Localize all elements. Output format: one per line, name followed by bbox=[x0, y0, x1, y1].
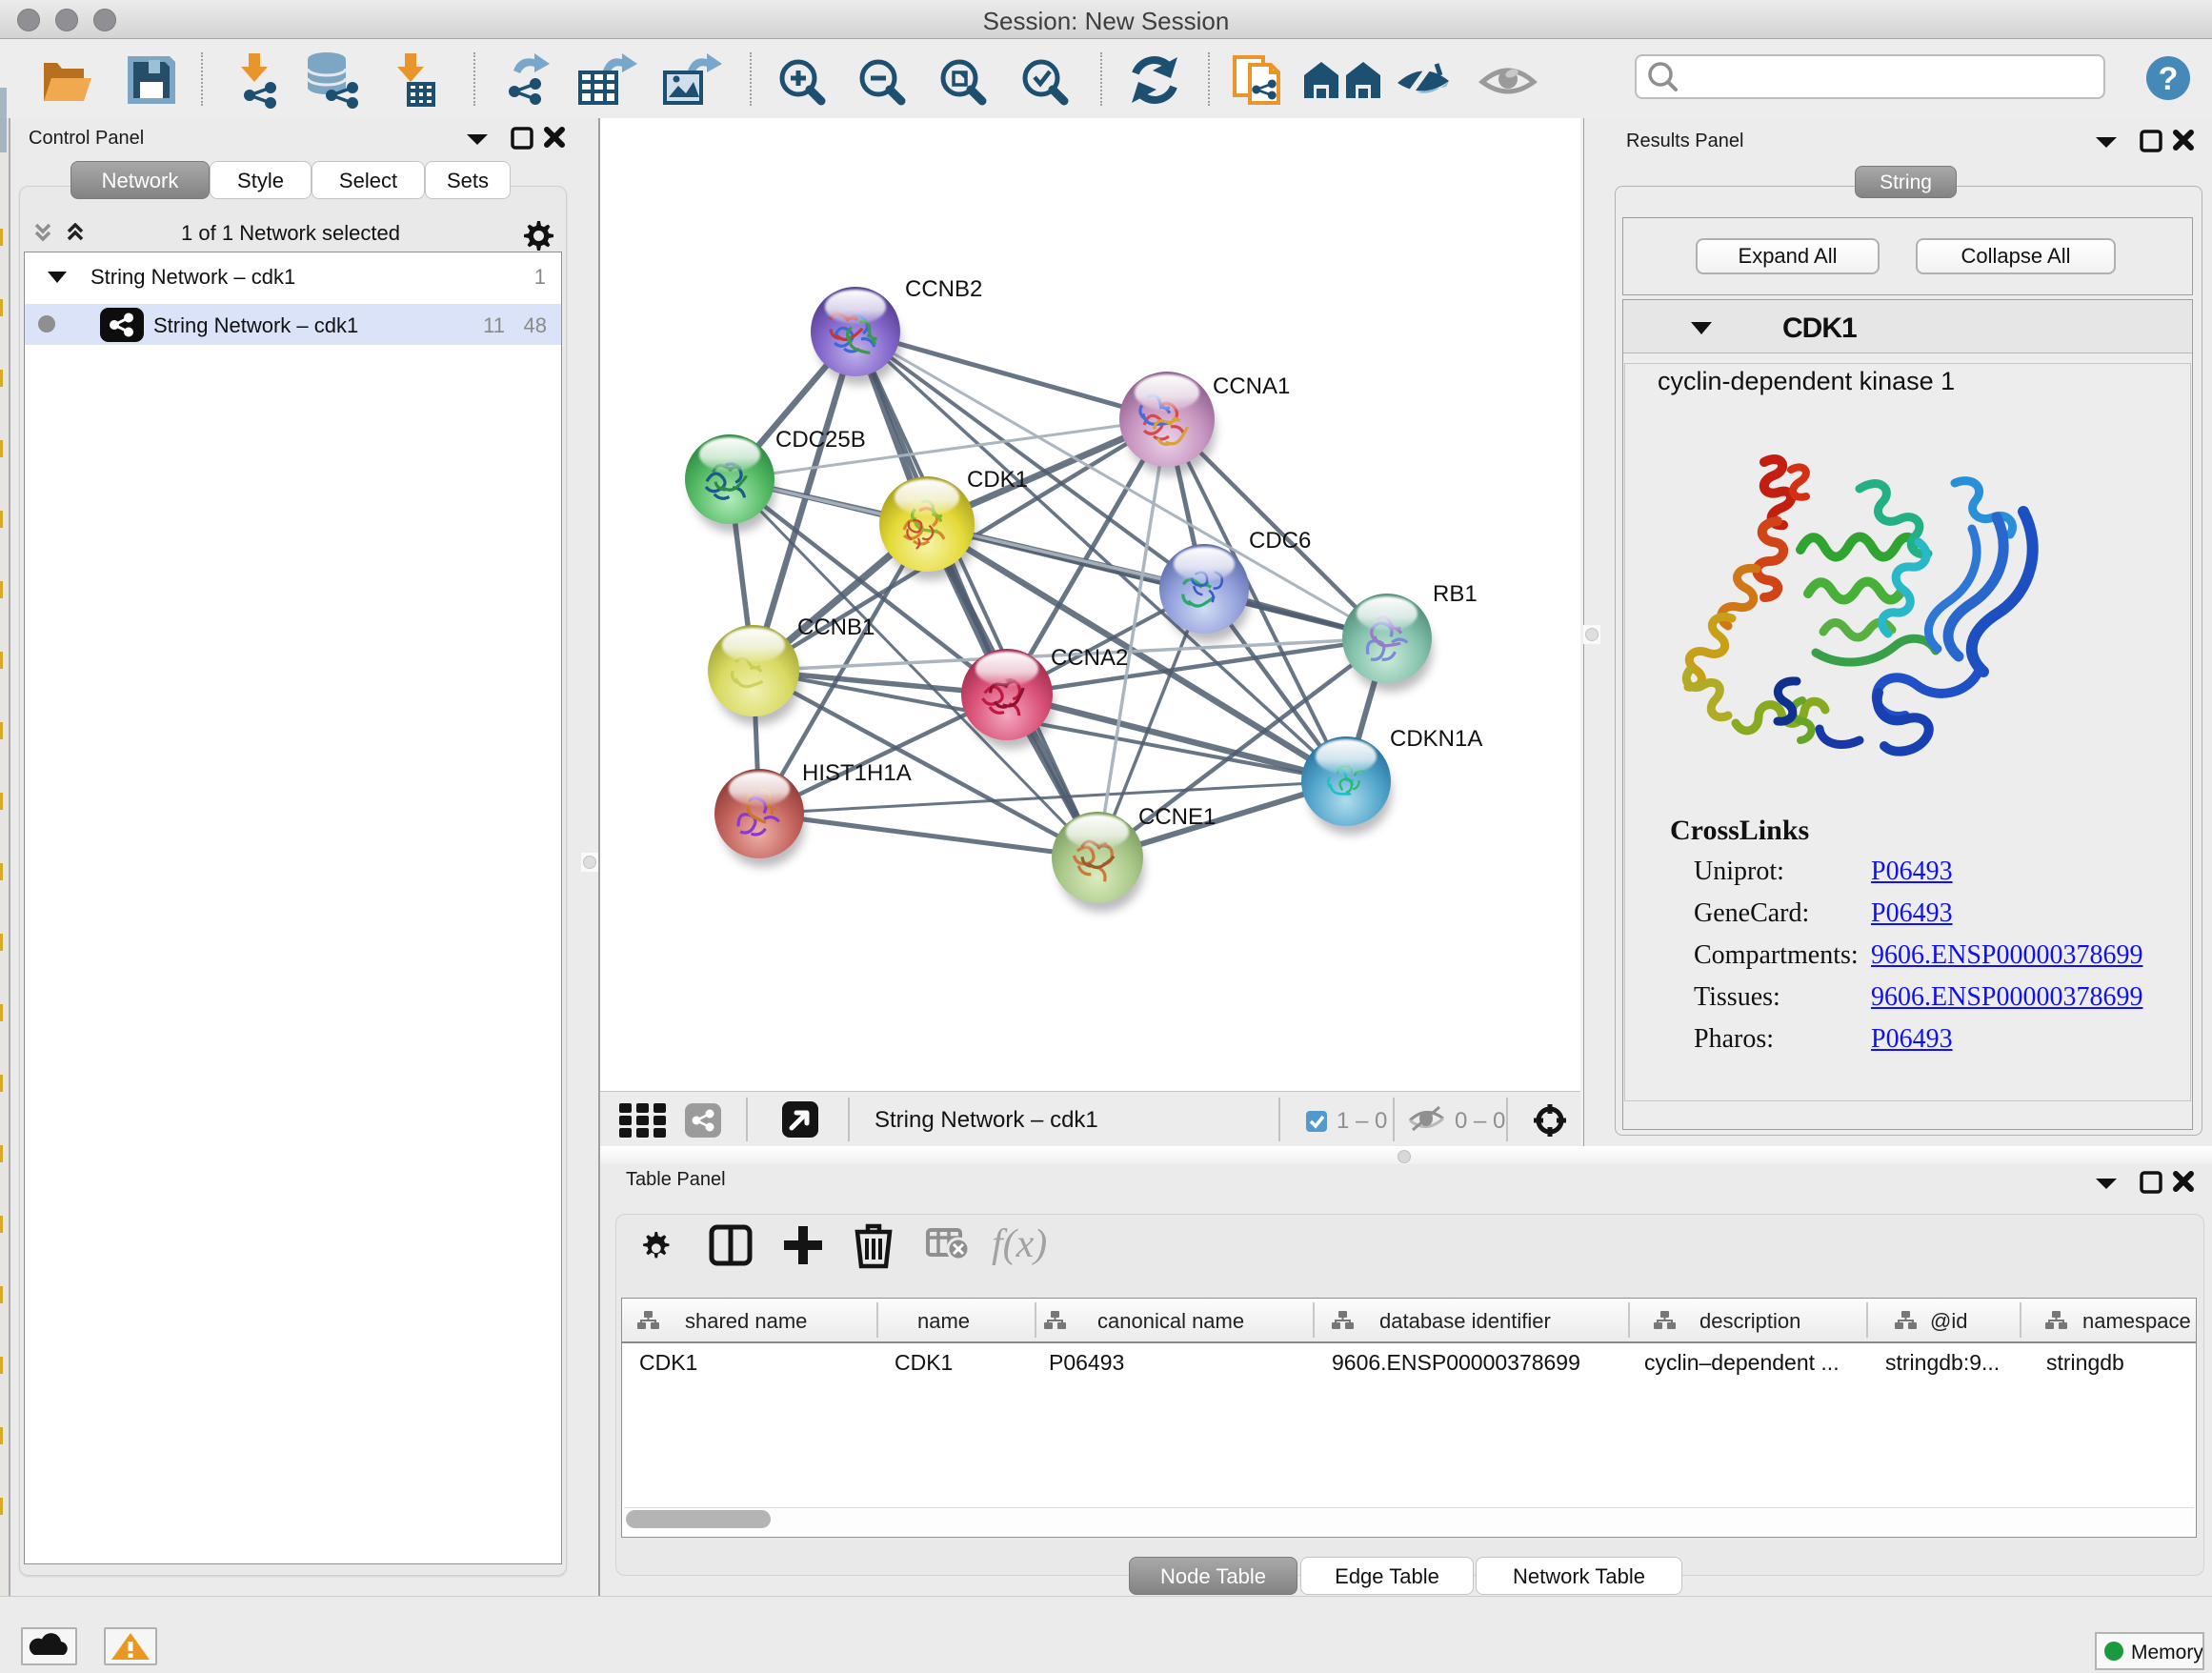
svg-text:description: description bbox=[1699, 1309, 1800, 1333]
svg-text:0 – 0: 0 – 0 bbox=[1455, 1108, 1505, 1134]
svg-text:?: ? bbox=[2159, 61, 2179, 97]
svg-text:CCNA2: CCNA2 bbox=[1051, 645, 1128, 671]
svg-text:RB1: RB1 bbox=[1433, 581, 1478, 607]
svg-text:CDC25B: CDC25B bbox=[775, 427, 866, 453]
svg-text:shared name: shared name bbox=[685, 1309, 807, 1333]
svg-text:CCNE1: CCNE1 bbox=[1138, 804, 1216, 830]
svg-text:canonical name: canonical name bbox=[1097, 1309, 1244, 1333]
svg-text:namespace: namespace bbox=[2082, 1309, 2191, 1333]
svg-text:1 – 0: 1 – 0 bbox=[1337, 1108, 1387, 1134]
svg-text:name: name bbox=[917, 1309, 970, 1333]
svg-text:Memory: Memory bbox=[2131, 1642, 2202, 1663]
svg-text:f(x): f(x) bbox=[992, 1222, 1047, 1266]
svg-text:@id: @id bbox=[1930, 1309, 1967, 1333]
svg-text:CCNA1: CCNA1 bbox=[1213, 373, 1290, 399]
svg-text:CCNB2: CCNB2 bbox=[905, 276, 982, 302]
svg-text:database identifier: database identifier bbox=[1379, 1309, 1551, 1333]
svg-text:CDKN1A: CDKN1A bbox=[1390, 726, 1482, 752]
svg-text:CDK1: CDK1 bbox=[967, 467, 1028, 493]
svg-text:String Network – cdk1: String Network – cdk1 bbox=[875, 1107, 1098, 1133]
svg-text:HIST1H1A: HIST1H1A bbox=[802, 760, 912, 786]
svg-text:CDC6: CDC6 bbox=[1249, 528, 1311, 554]
svg-text:CCNB1: CCNB1 bbox=[797, 615, 875, 640]
